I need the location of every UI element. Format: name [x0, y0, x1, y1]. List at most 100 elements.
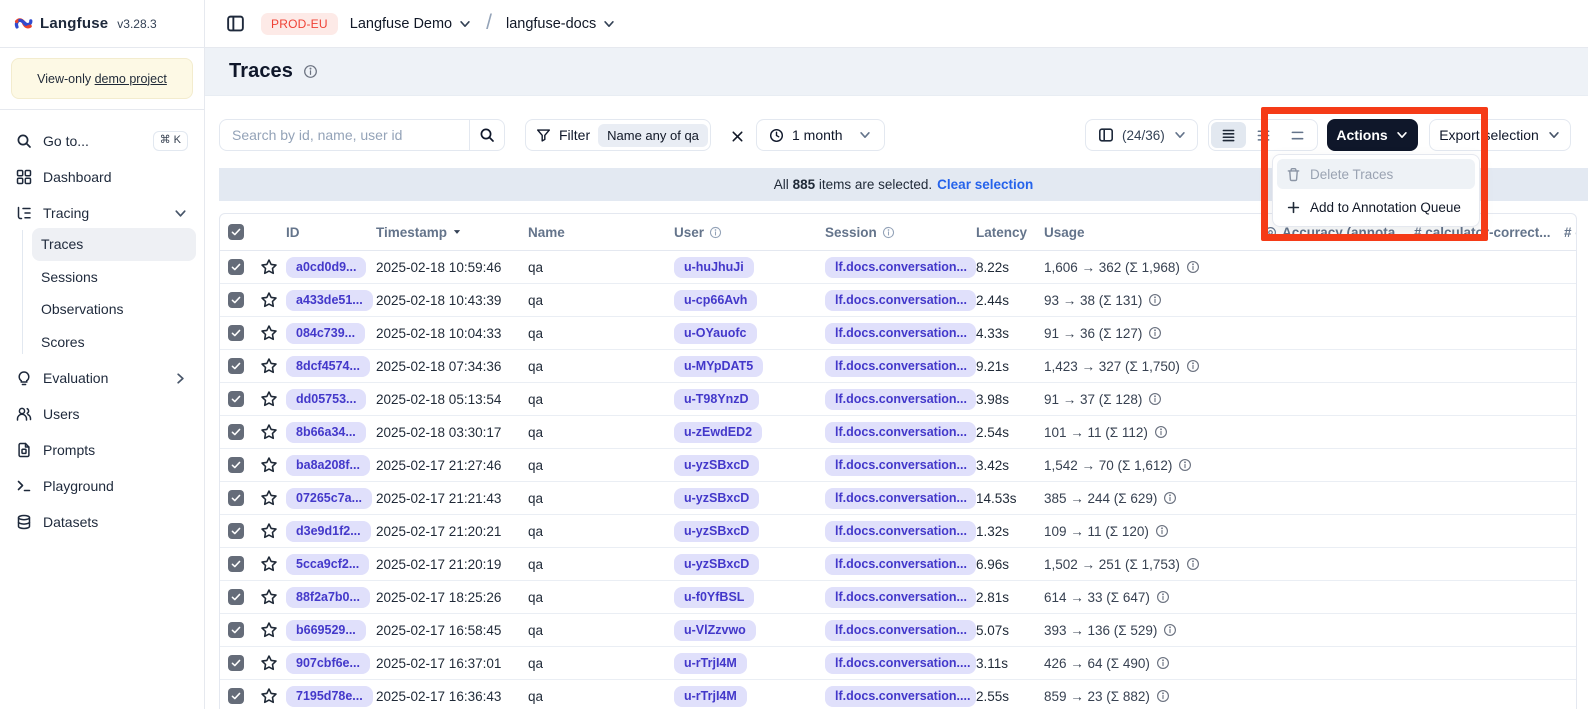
select-all-checkbox[interactable] [220, 224, 251, 240]
sidebar-item-tracing[interactable]: Tracing [8, 195, 196, 231]
row-height-medium-button[interactable] [1246, 122, 1281, 148]
row-checkbox[interactable] [220, 490, 251, 506]
actions-button[interactable]: Actions [1327, 119, 1418, 151]
trace-id-badge[interactable]: 07265c7a... [286, 488, 372, 509]
star-icon[interactable] [251, 588, 286, 606]
table-row[interactable]: 88f2a7b0... 2025-02-17 18:25:26 qa u-f0Y… [220, 581, 1576, 614]
session-badge[interactable]: lf.docs.conversation... [825, 455, 976, 476]
user-badge[interactable]: u-zEwdED2 [674, 422, 762, 443]
star-icon[interactable] [251, 324, 286, 342]
sidebar-item-goto[interactable]: Go to... ⌘ K [8, 123, 196, 159]
sidebar-item-sessions[interactable]: Sessions [32, 261, 196, 294]
star-icon[interactable] [251, 291, 286, 309]
user-badge[interactable]: u-MYpDAT5 [674, 356, 763, 377]
session-badge[interactable]: lf.docs.conversation... [825, 587, 976, 608]
session-badge[interactable]: lf.docs.conversation... [825, 323, 976, 344]
sidebar-item-playground[interactable]: Playground [8, 468, 196, 504]
info-icon[interactable] [303, 64, 318, 79]
trace-id-badge[interactable]: d3e9d1f2... [286, 521, 371, 542]
star-icon[interactable] [251, 357, 286, 375]
star-icon[interactable] [251, 621, 286, 639]
trace-id-badge[interactable]: a433de51... [286, 290, 373, 311]
session-badge[interactable]: lf.docs.conversation.... [825, 686, 976, 707]
star-icon[interactable] [251, 258, 286, 276]
header-last[interactable]: # c... [1564, 225, 1577, 240]
sidebar-item-observations[interactable]: Observations [32, 293, 196, 326]
session-badge[interactable]: lf.docs.conversation.... [825, 653, 976, 674]
demo-project-link[interactable]: demo project [95, 72, 167, 86]
star-icon[interactable] [251, 555, 286, 573]
columns-button[interactable]: (24/36) [1085, 119, 1198, 151]
user-badge[interactable]: u-yzSBxcD [674, 455, 759, 476]
session-badge[interactable]: lf.docs.conversation... [825, 521, 976, 542]
table-row[interactable]: a433de51... 2025-02-18 10:43:39 qa u-cp6… [220, 284, 1576, 317]
row-height-tall-button[interactable] [1280, 122, 1315, 148]
session-badge[interactable]: lf.docs.conversation... [825, 389, 976, 410]
menu-item-add-to-annotation-queue[interactable]: Add to Annotation Queue [1277, 192, 1475, 222]
row-checkbox[interactable] [220, 589, 251, 605]
session-badge[interactable]: lf.docs.conversation... [825, 356, 976, 377]
row-checkbox[interactable] [220, 556, 251, 572]
row-checkbox[interactable] [220, 292, 251, 308]
row-checkbox[interactable] [220, 424, 251, 440]
user-badge[interactable]: u-VlZzvwo [674, 620, 756, 641]
table-row[interactable]: 8dcf4574... 2025-02-18 07:34:36 qa u-MYp… [220, 350, 1576, 383]
trace-id-badge[interactable]: 7195d78e... [286, 686, 373, 707]
user-badge[interactable]: u-yzSBxcD [674, 521, 759, 542]
org-selector[interactable]: Langfuse Demo [350, 16, 472, 32]
star-icon[interactable] [251, 423, 286, 441]
trace-id-badge[interactable]: 88f2a7b0... [286, 587, 370, 608]
session-badge[interactable]: lf.docs.conversation... [825, 422, 976, 443]
header-usage[interactable]: Usage [1044, 225, 1264, 240]
table-row[interactable]: 07265c7a... 2025-02-17 21:21:43 qa u-yzS… [220, 482, 1576, 515]
trace-id-badge[interactable]: 5cca9cf2... [286, 554, 369, 575]
trace-id-badge[interactable]: 8b66a34... [286, 422, 366, 443]
sidebar-item-users[interactable]: Users [8, 396, 196, 432]
user-badge[interactable]: u-huJhuJi [674, 257, 754, 278]
sidebar-item-traces[interactable]: Traces [32, 228, 196, 261]
header-name[interactable]: Name [528, 225, 674, 240]
sidebar-item-scores[interactable]: Scores [32, 326, 196, 359]
session-badge[interactable]: lf.docs.conversation... [825, 257, 976, 278]
star-icon[interactable] [251, 687, 286, 705]
project-selector[interactable]: langfuse-docs [506, 16, 616, 32]
search-input[interactable]: Search by id, name, user id [219, 119, 505, 151]
header-id[interactable]: ID [286, 225, 376, 240]
trace-id-badge[interactable]: dd05753... [286, 389, 366, 410]
table-row[interactable]: 084c739... 2025-02-18 10:04:33 qa u-OYau… [220, 317, 1576, 350]
star-icon[interactable] [251, 522, 286, 540]
search-icon[interactable] [470, 127, 504, 143]
header-timestamp[interactable]: Timestamp [376, 225, 528, 240]
user-badge[interactable]: u-f0YfBSL [674, 587, 754, 608]
row-checkbox[interactable] [220, 622, 251, 638]
row-height-compact-button[interactable] [1211, 122, 1246, 148]
user-badge[interactable]: u-yzSBxcD [674, 554, 759, 575]
header-user[interactable]: User [674, 225, 825, 240]
user-badge[interactable]: u-OYauofc [674, 323, 757, 344]
trace-id-badge[interactable]: 8dcf4574... [286, 356, 370, 377]
user-badge[interactable]: u-rTrjI4M [674, 653, 747, 674]
time-range-button[interactable]: 1 month [756, 119, 885, 151]
table-row[interactable]: 8b66a34... 2025-02-18 03:30:17 qa u-zEwd… [220, 416, 1576, 449]
table-row[interactable]: 5cca9cf2... 2025-02-17 21:20:19 qa u-yzS… [220, 548, 1576, 581]
star-icon[interactable] [251, 654, 286, 672]
row-checkbox[interactable] [220, 655, 251, 671]
row-checkbox[interactable] [220, 259, 251, 275]
sidebar-toggle-button[interactable] [221, 10, 249, 38]
star-icon[interactable] [251, 456, 286, 474]
star-icon[interactable] [251, 489, 286, 507]
row-checkbox[interactable] [220, 358, 251, 374]
trace-id-badge[interactable]: ba8a208f... [286, 455, 370, 476]
row-checkbox[interactable] [220, 523, 251, 539]
row-checkbox[interactable] [220, 391, 251, 407]
table-row[interactable]: dd05753... 2025-02-18 05:13:54 qa u-T98Y… [220, 383, 1576, 416]
menu-item-delete-traces[interactable]: Delete Traces [1277, 159, 1475, 189]
row-checkbox[interactable] [220, 325, 251, 341]
table-row[interactable]: b669529... 2025-02-17 16:58:45 qa u-VlZz… [220, 614, 1576, 647]
table-row[interactable]: d3e9d1f2... 2025-02-17 21:20:21 qa u-yzS… [220, 515, 1576, 548]
trace-id-badge[interactable]: a0cd0d9... [286, 257, 366, 278]
row-checkbox[interactable] [220, 457, 251, 473]
session-badge[interactable]: lf.docs.conversation... [825, 620, 976, 641]
header-latency[interactable]: Latency [976, 225, 1044, 240]
star-icon[interactable] [251, 390, 286, 408]
